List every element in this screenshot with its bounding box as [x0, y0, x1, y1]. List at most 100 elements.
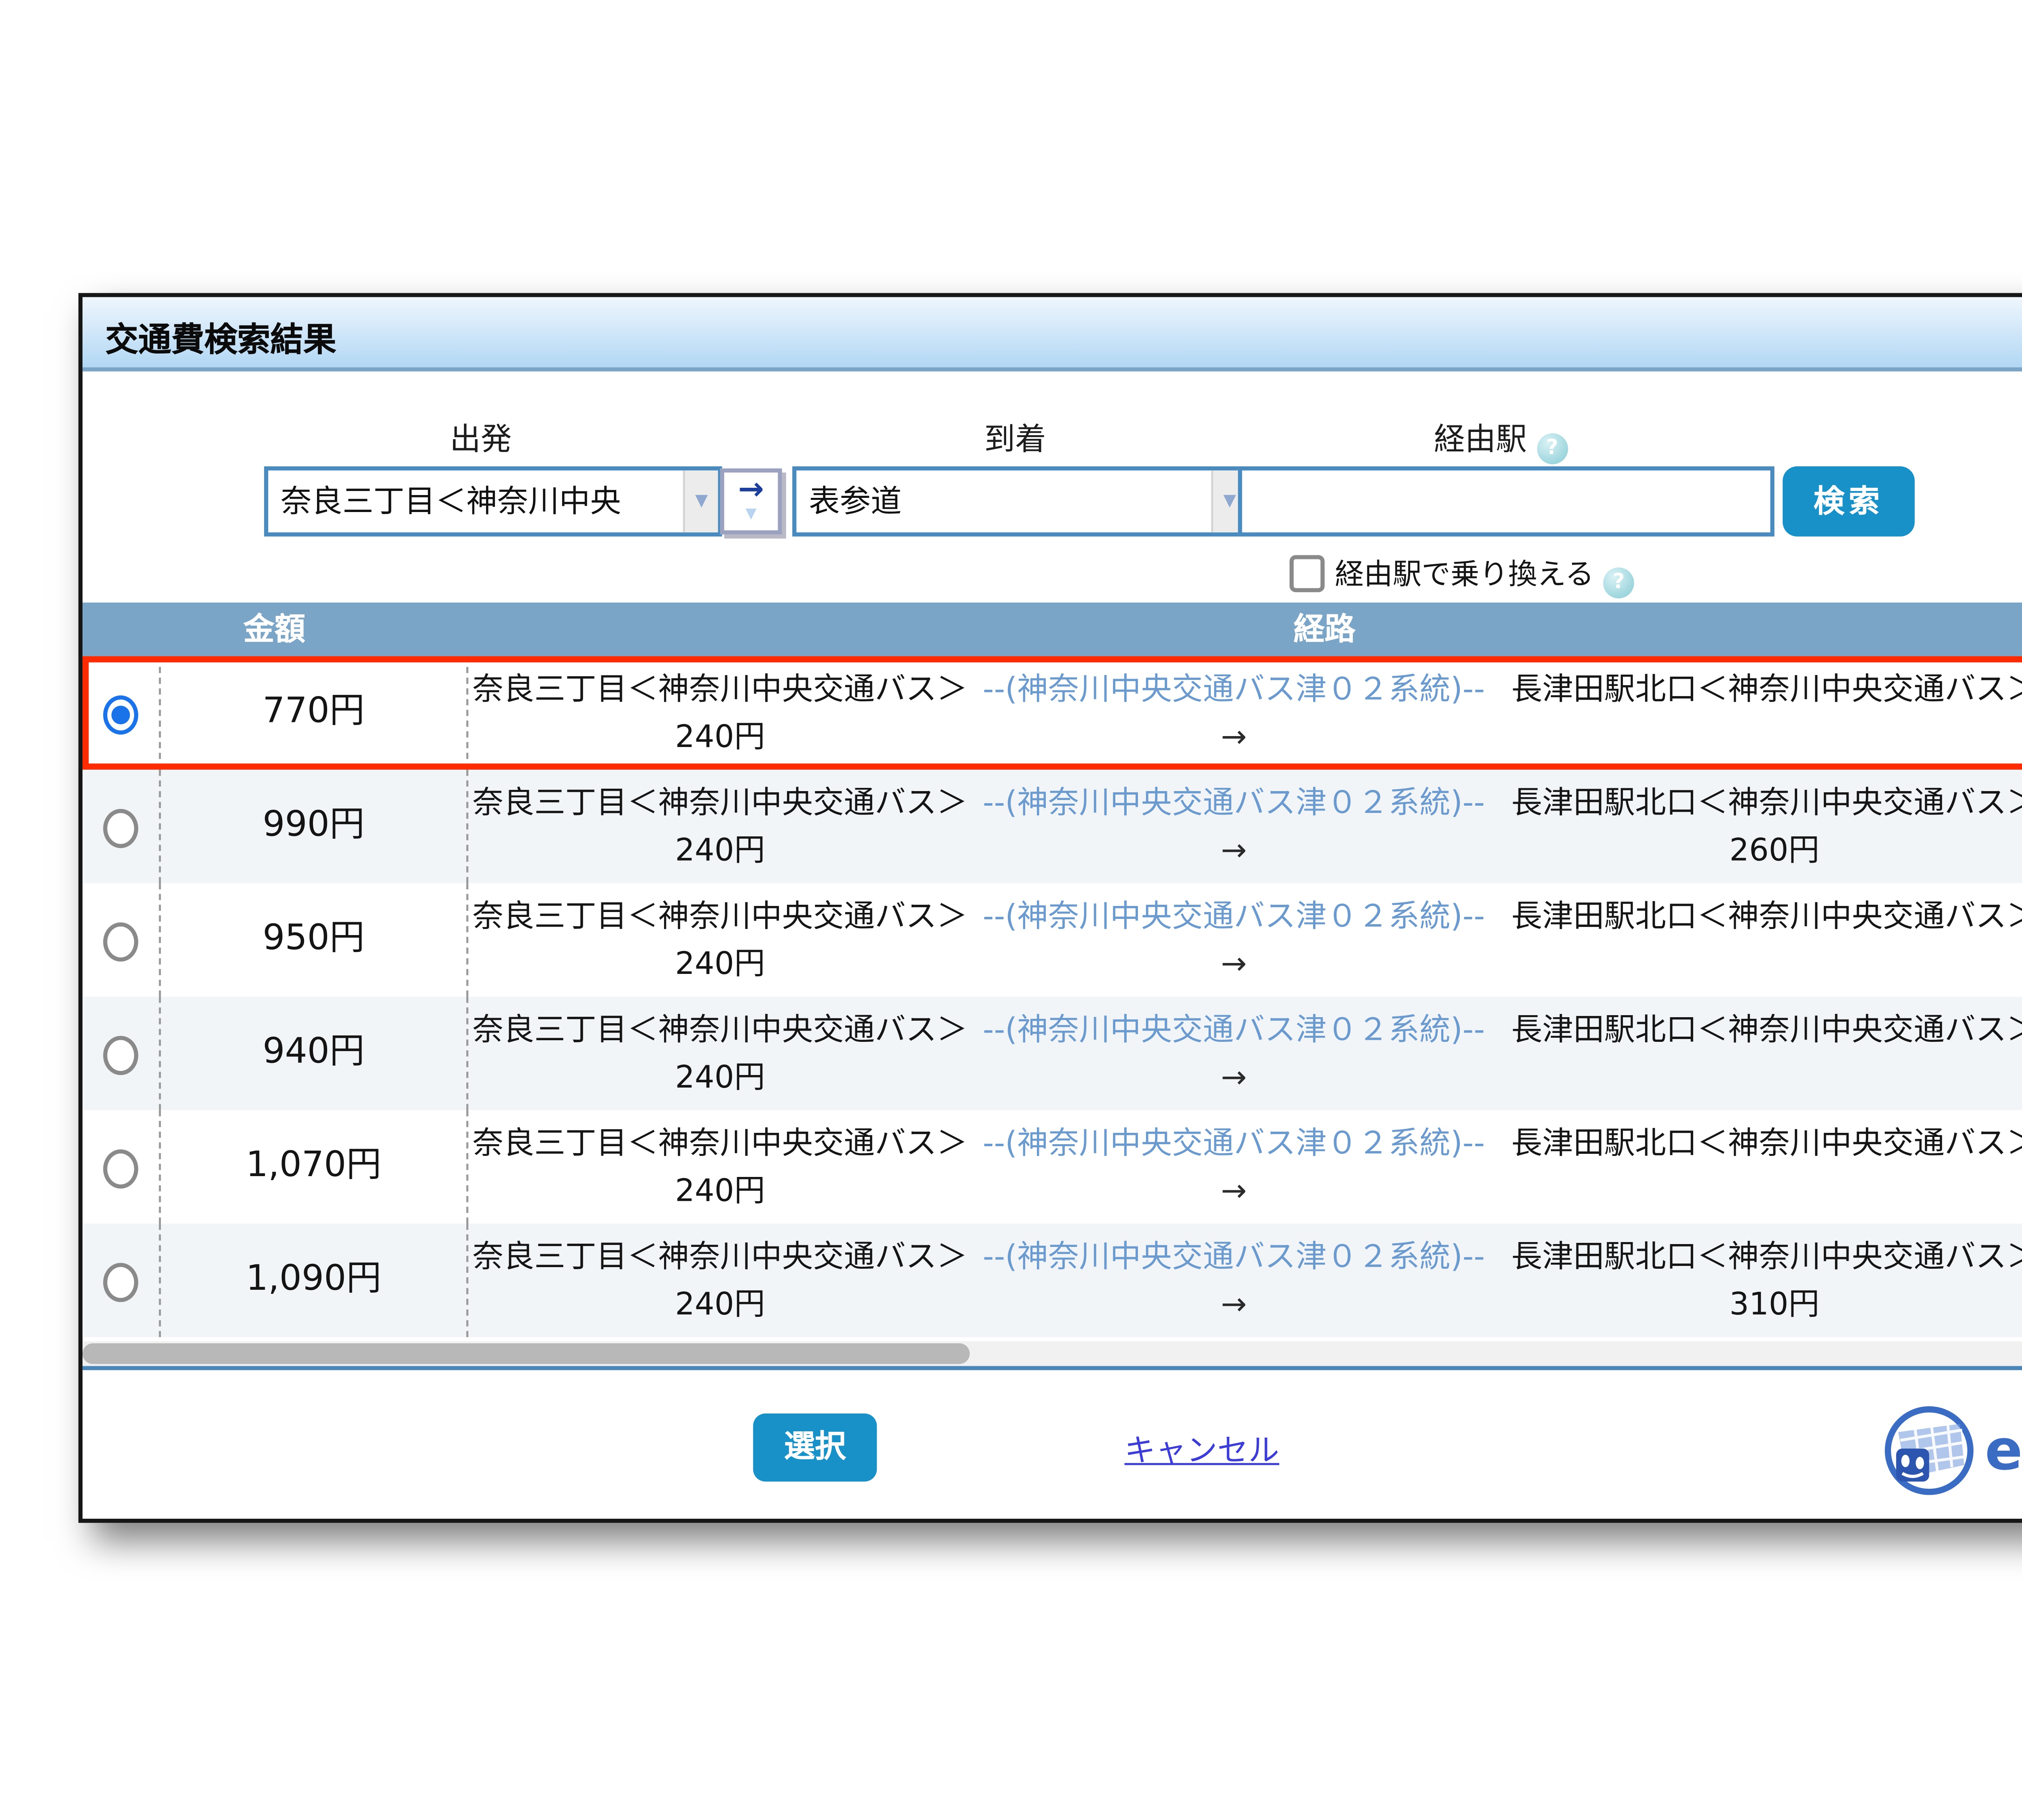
route-station-segment: 長津田駅北口＜神奈川中央交通バス＞	[1494, 997, 2022, 1054]
segment-top: 奈良三丁目＜神奈川中央交通バス＞	[472, 784, 968, 821]
segment-top: --(神奈川中央交通バス津０２系統)--	[983, 1238, 1485, 1276]
dialog-title: 交通費検索結果	[105, 320, 336, 359]
radio-cell	[82, 1224, 159, 1337]
segment-top: 奈良三丁目＜神奈川中央交通バス＞	[472, 671, 968, 708]
route-station-segment: 奈良三丁目＜神奈川中央交通バス＞ 240円	[466, 770, 974, 873]
route-line-segment: --(神奈川中央交通バス津０２系統)-- →	[974, 1110, 1494, 1213]
route-column-header: 経路	[1293, 611, 1356, 648]
search-button[interactable]: 検索	[1783, 466, 1915, 537]
fare-table-row[interactable]: 940円 奈良三丁目＜神奈川中央交通バス＞ 240円 --(神奈川中央交通バス津０２系…	[82, 997, 2022, 1110]
route-station-segment: 奈良三丁目＜神奈川中央交通バス＞ 240円	[466, 997, 974, 1100]
segment-top: --(神奈川中央交通バス津０２系統)--	[983, 784, 1485, 821]
radio-unselected[interactable]	[103, 808, 138, 848]
segment-bottom: →	[1220, 1285, 1247, 1323]
ekitan-logo: ekitan	[1882, 1403, 2022, 1502]
route-station-segment: 長津田駅北口＜神奈川中央交通バス＞	[1494, 656, 2022, 714]
via-input[interactable]	[1238, 466, 1775, 537]
ekitan-globe-icon	[1885, 1406, 1974, 1495]
segment-top: 長津田駅北口＜神奈川中央交通バス＞	[1511, 1011, 2022, 1048]
route-station-segment: 奈良三丁目＜神奈川中央交通バス＞ 240円	[466, 656, 974, 759]
fare-table-row[interactable]: 1,070円 奈良三丁目＜神奈川中央交通バス＞ 240円 --(神奈川中央交通バス津０…	[82, 1110, 2022, 1224]
fare-amount: 990円	[159, 770, 469, 883]
route-line-segment: --(神奈川中央交通バス津０２系統)-- →	[974, 997, 1494, 1100]
swap-arrow-icon: →	[738, 470, 764, 508]
screen: 交通費検索結果 ✕ 出発 到着 経由駅 ? 奈良三丁目＜神奈川中央 ▼ → ▼ …	[0, 0, 2022, 1820]
fare-table-row[interactable]: 770円 奈良三丁目＜神奈川中央交通バス＞ 240円 --(神奈川中央交通バス津０２系…	[82, 656, 2022, 770]
fare-table-row[interactable]: 1,090円 奈良三丁目＜神奈川中央交通バス＞ 240円 --(神奈川中央交通バス津０…	[82, 1223, 2022, 1337]
via-label: 経由駅 ?	[1434, 417, 1568, 464]
radio-unselected[interactable]	[103, 1263, 138, 1302]
departure-input[interactable]: 奈良三丁目＜神奈川中央 ▼	[264, 466, 722, 537]
route-station-segment: 長津田駅北口＜神奈川中央交通バス＞	[1494, 1110, 2022, 1168]
fare-amount: 1,070円	[159, 1110, 469, 1224]
radio-cell	[82, 770, 159, 883]
segment-bottom: 240円	[675, 832, 765, 869]
ekitan-logo-text: ekitan	[1985, 1420, 2022, 1484]
help-icon[interactable]: ?	[1603, 567, 1635, 599]
chevron-down-icon[interactable]: ▼	[683, 470, 718, 533]
horizontal-scrollbar-thumb[interactable]	[82, 1343, 970, 1364]
fare-table-header: 金額 経路	[82, 602, 2022, 656]
route-line-segment: --(神奈川中央交通バス津０２系統)-- →	[974, 1224, 1494, 1327]
route-station-segment: 奈良三丁目＜神奈川中央交通バス＞ 240円	[466, 1110, 974, 1213]
route-cell: 奈良三丁目＜神奈川中央交通バス＞ 240円 --(神奈川中央交通バス津０２系統)--…	[466, 770, 2022, 883]
swap-stations-button[interactable]: → ▼	[720, 468, 782, 535]
route-station-segment: 長津田駅北口＜神奈川中央交通バス＞ 260円	[1494, 770, 2022, 873]
segment-top: --(神奈川中央交通バス津０２系統)--	[983, 1011, 1485, 1048]
segment-bottom: 240円	[675, 1058, 765, 1096]
horizontal-scrollbar[interactable]	[82, 1341, 2022, 1366]
radio-cell	[82, 656, 159, 770]
route-line-segment: --(神奈川中央交通バス津０２系統)-- →	[974, 656, 1494, 759]
fare-amount: 1,090円	[159, 1223, 469, 1337]
segment-bottom: 240円	[675, 1285, 765, 1323]
route-station-segment: 奈良三丁目＜神奈川中央交通バス＞ 240円	[466, 883, 974, 986]
segment-top: --(神奈川中央交通バス津０２系統)--	[983, 1124, 1485, 1162]
route-cell: 奈良三丁目＜神奈川中央交通バス＞ 240円 --(神奈川中央交通バス津０２系統)--…	[466, 997, 2022, 1110]
route-station-segment: 長津田駅北口＜神奈川中央交通バス＞	[1494, 883, 2022, 941]
amount-column-header: 金額	[243, 611, 306, 648]
fare-amount: 950円	[159, 883, 469, 997]
arrival-input[interactable]: 表参道 ▼	[792, 466, 1250, 537]
swap-caret-icon: ▼	[745, 505, 757, 522]
fare-table: 金額 経路 770円 奈良三丁目＜神奈川中央交通バス＞ 240円 --(神奈川中央交通…	[82, 602, 2022, 1370]
transfer-checkbox-label: 経由駅で乗り換える ?	[1335, 553, 1635, 599]
radio-cell	[82, 997, 159, 1110]
route-cell: 奈良三丁目＜神奈川中央交通バス＞ 240円 --(神奈川中央交通バス津０２系統)--…	[466, 1224, 2022, 1337]
segment-bottom: 310円	[1729, 1285, 1820, 1323]
radio-cell	[82, 1110, 159, 1224]
select-button[interactable]: 選択	[753, 1413, 877, 1482]
segment-top: 奈良三丁目＜神奈川中央交通バス＞	[472, 897, 968, 935]
segment-bottom: →	[1220, 1172, 1247, 1209]
segment-bottom: 240円	[675, 1172, 765, 1209]
segment-top: 長津田駅北口＜神奈川中央交通バス＞	[1511, 1124, 2022, 1162]
route-station-segment: 奈良三丁目＜神奈川中央交通バス＞ 240円	[466, 1224, 974, 1327]
route-cell: 奈良三丁目＜神奈川中央交通バス＞ 240円 --(神奈川中央交通バス津０２系統)--…	[466, 656, 2022, 770]
segment-top: 長津田駅北口＜神奈川中央交通バス＞	[1511, 1238, 2022, 1276]
segment-top: 長津田駅北口＜神奈川中央交通バス＞	[1511, 897, 2022, 935]
segment-bottom: →	[1220, 945, 1247, 982]
fare-amount: 940円	[159, 997, 469, 1110]
segment-top: 奈良三丁目＜神奈川中央交通バス＞	[472, 1238, 968, 1276]
segment-top: --(神奈川中央交通バス津０２系統)--	[983, 671, 1485, 708]
radio-unselected[interactable]	[103, 922, 138, 962]
radio-dot	[111, 705, 130, 724]
cancel-link[interactable]: キャンセル	[1125, 1428, 1280, 1471]
transfer-checkbox[interactable]	[1289, 555, 1325, 593]
dialog-titlebar: 交通費検索結果 ✕	[82, 297, 2022, 372]
radio-selected[interactable]	[103, 695, 138, 735]
fare-table-row[interactable]: 990円 奈良三丁目＜神奈川中央交通バス＞ 240円 --(神奈川中央交通バス津０２系…	[82, 770, 2022, 883]
radio-unselected[interactable]	[103, 1149, 138, 1189]
route-station-segment: 長津田駅北口＜神奈川中央交通バス＞ 310円	[1494, 1224, 2022, 1327]
fare-table-row[interactable]: 950円 奈良三丁目＜神奈川中央交通バス＞ 240円 --(神奈川中央交通バス津０２系…	[82, 883, 2022, 997]
route-cell: 奈良三丁目＜神奈川中央交通バス＞ 240円 --(神奈川中央交通バス津０２系統)--…	[466, 883, 2022, 997]
segment-top: 奈良三丁目＜神奈川中央交通バス＞	[472, 1011, 968, 1048]
fare-search-dialog: 交通費検索結果 ✕ 出発 到着 経由駅 ? 奈良三丁目＜神奈川中央 ▼ → ▼ …	[78, 293, 2022, 1523]
help-icon[interactable]: ?	[1536, 433, 1568, 464]
route-line-segment: --(神奈川中央交通バス津０２系統)-- →	[974, 883, 1494, 986]
radio-cell	[82, 883, 159, 997]
segment-bottom: 240円	[675, 718, 765, 756]
segment-bottom: →	[1220, 1058, 1247, 1096]
segment-top: --(神奈川中央交通バス津０２系統)--	[983, 897, 1485, 935]
table-bottom-border	[82, 1366, 2022, 1370]
radio-unselected[interactable]	[103, 1036, 138, 1075]
